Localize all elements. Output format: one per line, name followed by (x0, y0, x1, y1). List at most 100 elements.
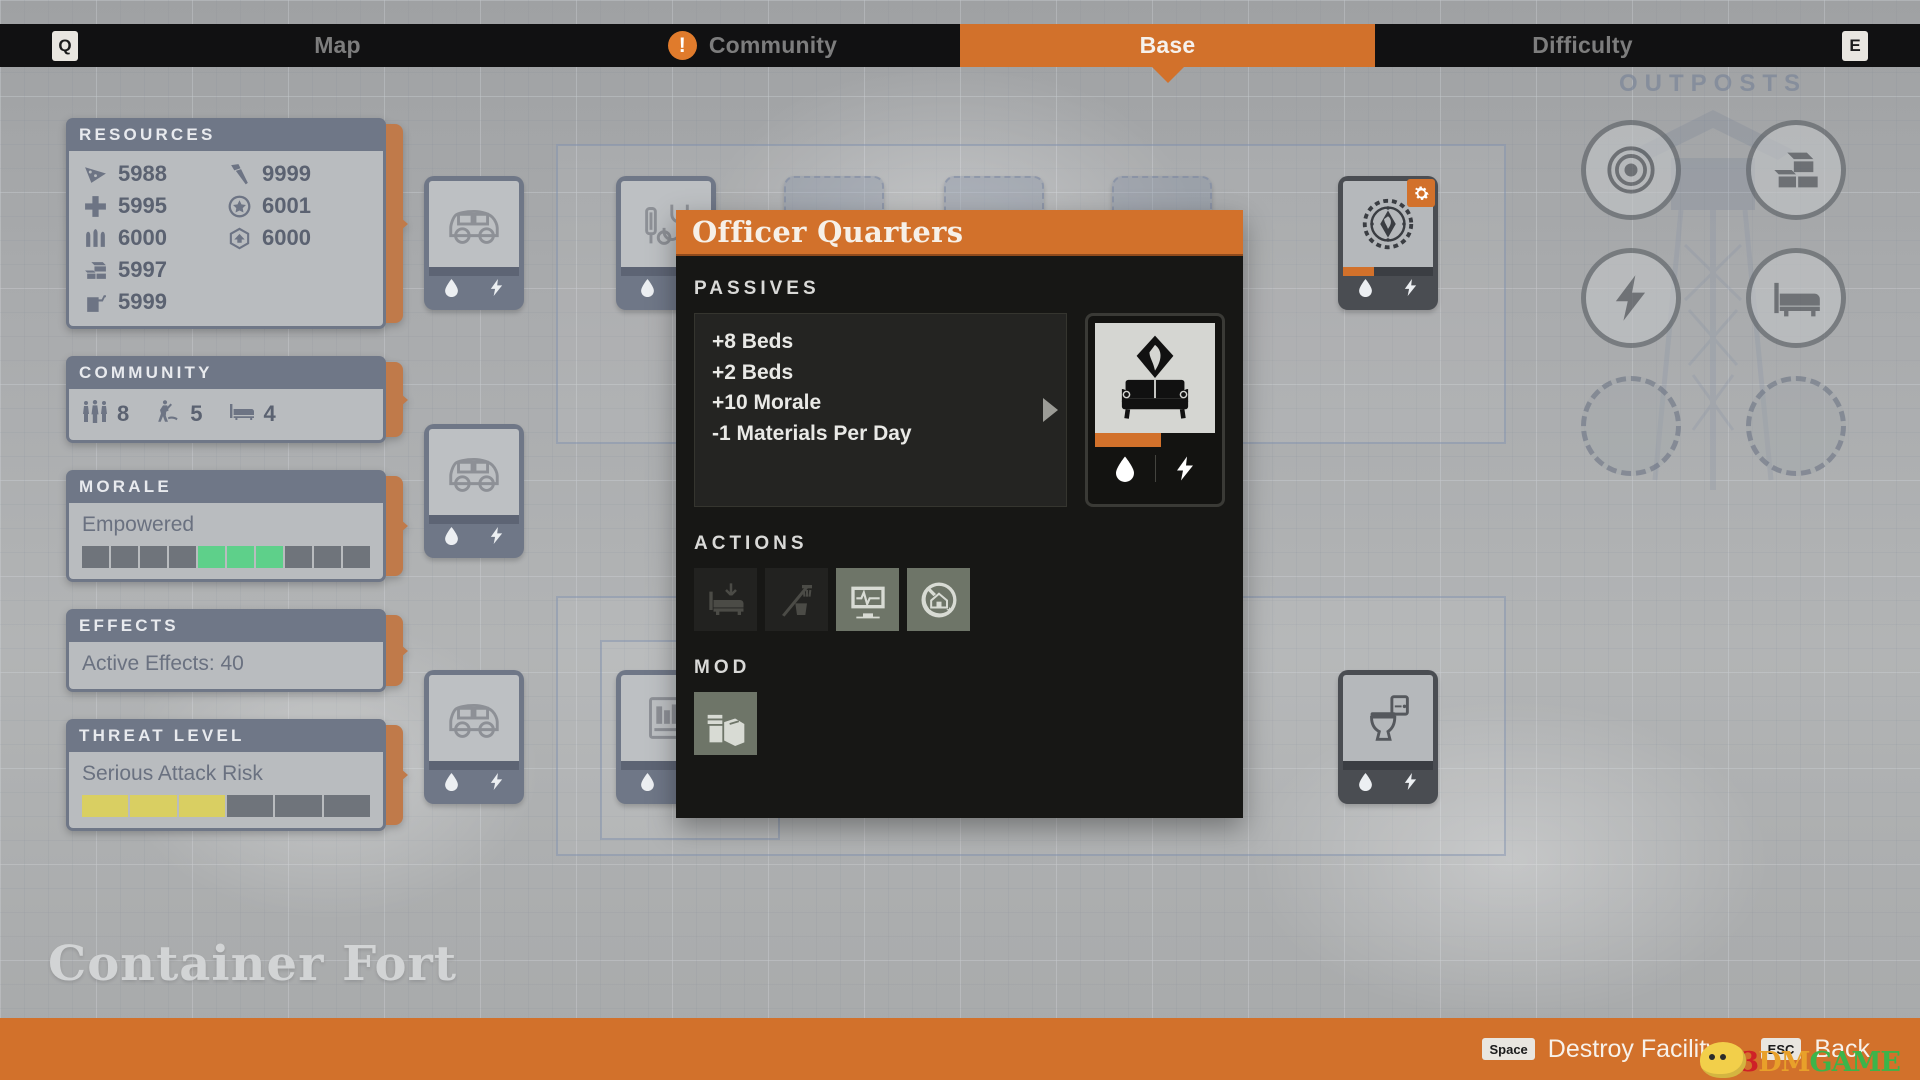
tab-community-label: Community (708, 32, 838, 58)
facility-progress (1343, 267, 1433, 276)
community-panel-title: COMMUNITY (66, 356, 386, 389)
resource-materials-value: 5997 (118, 257, 167, 282)
facility-image (1343, 675, 1433, 761)
threat-bar (82, 795, 370, 817)
community-expand-arrow-icon[interactable] (393, 386, 408, 413)
outposts-panel: OUTPOSTS (1548, 70, 1878, 530)
water-icon (443, 278, 460, 302)
bar-segment (198, 546, 225, 568)
actions-row (694, 568, 1225, 631)
water-icon (1357, 772, 1374, 796)
parking-facility[interactable] (424, 176, 524, 310)
bar-segment (343, 546, 370, 568)
outpost-empty-1[interactable] (1580, 376, 1681, 476)
community-beds-value: 4 (263, 401, 276, 426)
hint-destroy-facility[interactable]: Space Destroy Facility (1482, 1034, 1719, 1064)
facility-preview-card[interactable] (1085, 313, 1225, 507)
morale-panel-body: Empowered (66, 503, 386, 582)
threat-panel[interactable]: THREAT LEVEL Serious Attack Risk (66, 719, 408, 831)
key-space: Space (1482, 1038, 1535, 1060)
bar-segment (130, 795, 177, 817)
outpost-power[interactable] (1580, 248, 1681, 348)
passive-item: +8 Beds (712, 330, 794, 353)
facility-preview-progress (1095, 433, 1215, 447)
watermark-part-2: DM (1758, 1047, 1810, 1078)
top-navigation-bar: Q Map ! Community Base Difficulty E (0, 24, 1920, 67)
action-assign-bed[interactable] (694, 568, 757, 631)
hint-destroy-facility-label: Destroy Facility (1547, 1034, 1719, 1063)
effects-panel[interactable]: EFFECTS Active Effects: 40 (66, 609, 408, 692)
resource-prestige-value: 6000 (262, 225, 311, 250)
water-icon (443, 526, 460, 550)
action-abandon-home[interactable] (907, 568, 970, 631)
shower-mop-icon (781, 584, 812, 617)
resources-panel-body: 5988 9999 5995 6001 6000 6000 5997 5999 (66, 151, 386, 329)
bar-segment (226, 795, 274, 817)
effects-expand-arrow-icon[interactable] (393, 637, 408, 664)
mod-slot-supplies[interactable] (694, 692, 757, 755)
workshop-facility[interactable] (1338, 176, 1438, 310)
bar-segment (140, 546, 167, 568)
water-icon (1357, 278, 1374, 302)
community-panel[interactable]: COMMUNITY 8 5 4 (66, 356, 408, 443)
resource-ammo: 6000 (82, 225, 226, 251)
parking-facility-2[interactable] (424, 424, 524, 558)
community-panel-body: 8 5 4 (66, 389, 386, 443)
tab-community[interactable]: ! Community (545, 24, 960, 67)
action-monitor-health[interactable] (836, 568, 899, 631)
resource-fuel: 5999 (82, 289, 226, 315)
resource-influence: 6001 (226, 193, 370, 219)
water-icon (443, 772, 460, 796)
facility-image (429, 429, 519, 515)
watermark-part-3: GAME (1809, 1047, 1901, 1078)
tab-difficulty-label: Difficulty (1532, 32, 1633, 58)
morale-status: Empowered (82, 513, 195, 536)
passives-scroll-arrow-icon[interactable] (1043, 398, 1058, 422)
resource-fuel-value: 5999 (118, 289, 167, 314)
community-beds: 4 (229, 399, 276, 429)
water-icon (639, 772, 656, 796)
facility-preview-utilities (1095, 447, 1215, 489)
community-survivors: 8 (82, 399, 129, 429)
outpost-materials[interactable] (1745, 120, 1846, 220)
resources-expand-arrow-icon[interactable] (393, 210, 408, 237)
latrine-facility[interactable] (1338, 670, 1438, 804)
tab-difficulty[interactable]: Difficulty (1375, 24, 1790, 67)
effects-status: Active Effects: 40 (82, 652, 244, 675)
parking-facility-3[interactable] (424, 670, 524, 804)
facility-utilities (1343, 276, 1433, 304)
resources-panel[interactable]: RESOURCES 5988 9999 5995 6001 6000 6000 … (66, 118, 408, 329)
nav-prev-key[interactable]: Q (0, 24, 130, 67)
resource-influence-value: 6001 (262, 193, 311, 218)
resource-parts: 9999 (226, 161, 370, 187)
power-icon (1402, 278, 1419, 302)
mod-row (694, 692, 1225, 755)
resource-food-value: 5988 (118, 161, 167, 186)
outpost-beds[interactable] (1745, 248, 1846, 348)
prestige-icon (226, 225, 252, 251)
morale-expand-arrow-icon[interactable] (393, 513, 408, 539)
passive-item: +10 Morale (712, 391, 822, 415)
facility-utilities (429, 524, 519, 552)
materials-icon (82, 257, 108, 283)
hud-sidebar: RESOURCES 5988 9999 5995 6001 6000 6000 … (66, 118, 408, 858)
passive-item: +2 Beds (712, 360, 794, 384)
outpost-watchtower[interactable] (1580, 120, 1681, 220)
bar-segment (256, 546, 283, 568)
facility-detail-modal: Officer Quarters PASSIVES +8 Beds +2 Beds… (676, 210, 1243, 818)
couch-icon (1121, 335, 1189, 419)
threat-panel-body: Serious Attack Risk (66, 752, 386, 831)
site-watermark: 3 DM GAME (1700, 1042, 1901, 1078)
outpost-empty-2[interactable] (1745, 376, 1846, 476)
tab-map[interactable]: Map (130, 24, 545, 67)
food-icon (82, 161, 108, 187)
threat-expand-arrow-icon[interactable] (393, 762, 408, 788)
water-icon (639, 278, 656, 302)
action-clean[interactable] (765, 568, 828, 631)
bar-segment (111, 546, 138, 568)
facility-utilities (1343, 770, 1433, 798)
nav-next-key[interactable]: E (1790, 24, 1920, 67)
effects-panel-title: EFFECTS (66, 609, 386, 642)
tab-base[interactable]: Base (960, 24, 1375, 67)
morale-panel[interactable]: MORALE Empowered (66, 470, 408, 582)
